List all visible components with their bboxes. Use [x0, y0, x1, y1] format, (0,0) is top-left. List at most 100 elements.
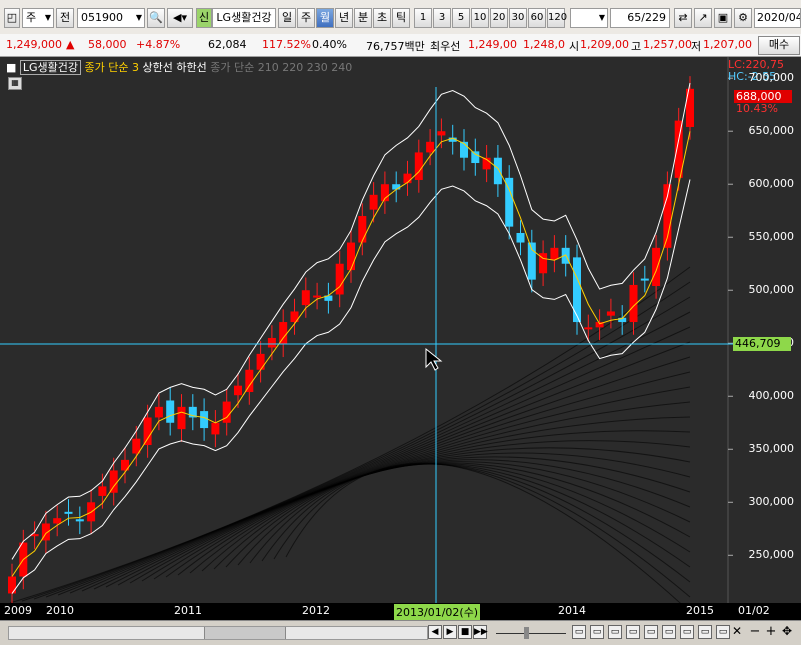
tool-icon[interactable]: ▭ [590, 625, 604, 639]
scroll-left-button[interactable]: ◀ [428, 625, 442, 639]
candle-body [109, 470, 118, 493]
tool-icon[interactable]: ▭ [626, 625, 640, 639]
horizontal-scrollbar[interactable] [8, 626, 428, 640]
interval-button[interactable]: 5 [452, 8, 470, 28]
y-tick-label: 250,000 [748, 548, 795, 562]
candle-body [584, 327, 593, 330]
count-select[interactable]: ▼ [570, 8, 608, 28]
chart-check-icon[interactable]: ↗ [694, 8, 712, 28]
scrollbar-thumb[interactable] [204, 627, 286, 639]
stock-code-input[interactable]: 051900 ▼ [77, 8, 145, 28]
buy-button[interactable]: 매수 [758, 36, 800, 55]
tool-icon[interactable]: ▭ [644, 625, 658, 639]
tool-icon[interactable]: ▭ [662, 625, 676, 639]
link-icon[interactable]: ⇄ [674, 8, 692, 28]
candle-body [8, 576, 16, 594]
candle-body [177, 406, 186, 430]
slider-handle[interactable] [524, 627, 529, 639]
tool-icon[interactable]: ▭ [698, 625, 712, 639]
window-menu-icon[interactable]: ◰ [4, 8, 20, 28]
interval-button[interactable]: 10 [471, 8, 489, 28]
legend-ma-multi: 종가 단순 210 220 230 240 [210, 61, 353, 74]
chevron-down-icon: ▼ [135, 13, 142, 22]
period-button[interactable]: 초 [373, 8, 391, 28]
candle-body [234, 385, 242, 396]
x-axis: 2009 2010 2011 2012 2013/01/02(수) 2014 2015 01/… [0, 603, 801, 620]
period-button[interactable]: 분 [354, 8, 372, 28]
ma-fan-line [249, 463, 691, 568]
period-button[interactable]: 주 [297, 8, 315, 28]
ma-fan-line [129, 416, 691, 584]
candle-body [64, 511, 73, 514]
best-offer-label: 최우선 [430, 40, 461, 53]
period-toggle-button[interactable]: 전 [56, 8, 74, 28]
low-price: 1,207,00 [703, 38, 752, 51]
move-icon[interactable]: ✥ [780, 625, 794, 639]
interval-button[interactable]: 30 [509, 8, 527, 28]
chart-area[interactable]: ■ LG생활건강 종가 단순 3 상한선 하한선 종가 단순 210 220 2… [0, 57, 801, 603]
zoom-out-button[interactable]: − [748, 625, 762, 639]
zoom-slider[interactable] [496, 625, 566, 639]
tool-icon[interactable]: ▭ [716, 625, 730, 639]
candle-body [403, 173, 412, 184]
candle-body [493, 157, 502, 185]
price-chart[interactable] [0, 57, 801, 603]
interval-button[interactable]: 3 [433, 8, 451, 28]
legend-upper: 상한선 [142, 61, 173, 74]
candle-body [516, 232, 525, 243]
tool-icon[interactable]: ▭ [608, 625, 622, 639]
y-tick-label: 650,000 [748, 124, 795, 138]
x-tick-label: 2011 [174, 604, 202, 617]
save-icon[interactable]: ▣ [714, 8, 732, 28]
interval-button[interactable]: 1 [414, 8, 432, 28]
y-tick-label: 300,000 [748, 495, 795, 509]
interval-button[interactable]: 60 [528, 8, 546, 28]
ma-fan-line [45, 311, 691, 598]
chevron-down-icon: ▼ [44, 13, 51, 22]
stop-button[interactable]: ■ [458, 625, 472, 639]
market-select[interactable]: 주 ▼ [22, 8, 54, 28]
legend-ma: 종가 단순 3 [84, 61, 140, 74]
y-tick-label: 500,000 [748, 283, 795, 297]
play-button[interactable]: ▶ [443, 625, 457, 639]
date-input[interactable]: 2020/04 [754, 8, 801, 28]
period-button[interactable]: 년 [335, 8, 353, 28]
candle-body [437, 131, 446, 136]
search-icon[interactable]: 🔍 [147, 8, 165, 28]
candle-body [166, 400, 175, 423]
interval-button[interactable]: 120 [547, 8, 567, 28]
x-tick-label: 2010 [46, 604, 74, 617]
grid-icon[interactable]: ▦ [8, 77, 22, 90]
candle-body [527, 242, 536, 280]
quote-bar: 1,249,000 ▲ 58,000 +4.87% 62,084 117.52%… [0, 34, 801, 57]
close-icon[interactable]: ✕ [730, 625, 744, 639]
period-button[interactable]: 월 [316, 8, 334, 28]
candle-body [222, 401, 231, 423]
candle-body [98, 486, 107, 496]
market-select-label: 주 [26, 11, 37, 24]
candle-body [75, 519, 84, 522]
fast-forward-button[interactable]: ▶▶ [473, 625, 488, 639]
y-tick-label: 600,000 [748, 177, 795, 191]
stock-code-value: 051900 [81, 11, 123, 24]
candle-body [313, 295, 322, 298]
period-button[interactable]: 틱 [392, 8, 410, 28]
gear-icon[interactable]: ⚙ [734, 8, 752, 28]
speaker-icon[interactable]: ◀▾ [167, 8, 193, 28]
current-pct-tag: 10.43% [736, 102, 778, 115]
zoom-in-button[interactable]: + [764, 625, 778, 639]
ma-fan-line [201, 459, 691, 572]
y-tick-label: 350,000 [748, 442, 795, 456]
candle-body [347, 242, 355, 271]
ma-fan-line [261, 463, 691, 583]
candle-body [640, 278, 649, 281]
open-label: 시 [569, 40, 580, 53]
tool-icon[interactable]: ▭ [680, 625, 694, 639]
tool-icon[interactable]: ▭ [572, 625, 586, 639]
interval-button[interactable]: 20 [490, 8, 508, 28]
high-label: 고 [631, 40, 642, 53]
slider-track [496, 633, 566, 634]
period-button[interactable]: 일 [278, 8, 296, 28]
ma-fan-line [237, 463, 691, 566]
candle-body [471, 151, 480, 164]
